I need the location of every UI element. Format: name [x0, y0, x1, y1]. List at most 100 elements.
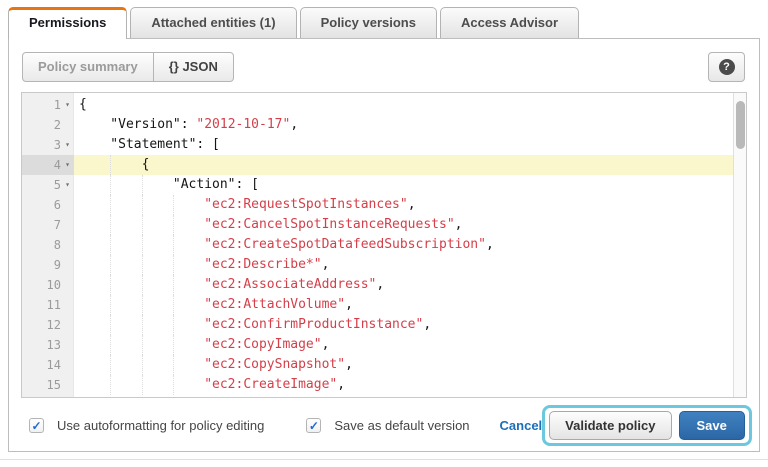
code-line-6[interactable]: 6"ec2:RequestSpotInstances", — [22, 195, 746, 215]
fold-arrow-icon[interactable]: ▾ — [61, 175, 74, 195]
indent-guide — [79, 155, 110, 175]
indent-guide — [110, 235, 141, 255]
scrollbar-thumb[interactable] — [736, 101, 745, 149]
indent-guide — [110, 195, 141, 215]
validate-policy-button[interactable]: Validate policy — [549, 411, 671, 440]
indent-guide — [173, 315, 204, 335]
indent-guide — [142, 375, 173, 395]
code-text: { — [74, 95, 733, 115]
gutter-cell[interactable]: 3▾ — [22, 135, 74, 155]
code-text: "ec2:Describe*", — [74, 255, 733, 275]
code-line-9[interactable]: 9 "ec2:Describe*", — [22, 255, 746, 275]
code-line-4[interactable]: 4▾{ — [22, 155, 746, 175]
indent-guide — [110, 375, 141, 395]
fold-arrow-icon[interactable]: ▾ — [61, 95, 74, 115]
code-line-8[interactable]: 8"ec2:CreateSpotDatafeedSubscription", — [22, 235, 746, 255]
code-line-12[interactable]: 12"ec2:ConfirmProductInstance", — [22, 315, 746, 335]
autoformat-checkbox[interactable]: ✓ — [29, 418, 44, 433]
indent-guide — [110, 295, 141, 315]
indent-guide — [110, 155, 141, 175]
indent-guide — [79, 335, 110, 355]
code-text: "ec2:AssociateAddress", — [74, 275, 733, 295]
indent-guide — [79, 195, 110, 215]
editor-toolbar: Policy summary {} JSON ? — [9, 39, 759, 92]
code-text: { — [74, 155, 733, 175]
indent-guide — [142, 195, 173, 215]
indent-guide — [110, 335, 141, 355]
indent-guide — [173, 195, 204, 215]
gutter-cell: 12 — [22, 315, 74, 335]
indent-guide — [142, 215, 173, 235]
save-button[interactable]: Save — [679, 411, 745, 440]
tab-bar: PermissionsAttached entities (1)Policy v… — [0, 7, 768, 38]
code-text: "Statement": [ — [74, 135, 733, 155]
save-default-version-checkbox[interactable]: ✓ — [306, 418, 321, 433]
indent-guide — [79, 215, 110, 235]
indent-guide — [79, 375, 110, 395]
gutter-cell: 15 — [22, 375, 74, 395]
indent-guide — [79, 175, 110, 195]
code-line-3[interactable]: 3▾"Statement": [ — [22, 135, 746, 155]
indent-guide — [173, 235, 204, 255]
code-line-15[interactable]: 15"ec2:CreateImage", — [22, 375, 746, 395]
gutter-cell: 11 — [22, 295, 74, 315]
code-text: "ec2:AttachVolume", — [74, 295, 733, 315]
indent-guide — [79, 275, 110, 295]
json-view-button[interactable]: {} JSON — [153, 53, 233, 81]
tab-permissions[interactable]: Permissions — [8, 7, 127, 39]
gutter-cell: 6 — [22, 195, 74, 215]
policy-summary-button[interactable]: Policy summary — [23, 53, 153, 81]
editor-footer: ✓ Use autoformatting for policy editing … — [9, 398, 759, 446]
editor-scrollbar[interactable] — [733, 93, 746, 397]
line-number: 3 — [54, 135, 61, 155]
gutter-cell[interactable]: 4▾ — [22, 155, 74, 175]
indent-guide — [110, 215, 141, 235]
indent-guide — [79, 135, 110, 155]
json-code-editor[interactable]: 1▾{2"Version": "2012-10-17",3▾"Statement… — [21, 92, 747, 398]
cancel-link[interactable]: Cancel — [500, 418, 543, 433]
code-text: "ec2:RequestSpotInstances", — [74, 195, 733, 215]
gutter-cell: 8 — [22, 235, 74, 255]
indent-guide — [173, 355, 204, 375]
indent-guide — [79, 115, 110, 135]
code-line-2[interactable]: 2"Version": "2012-10-17", — [22, 115, 746, 135]
gutter-cell[interactable]: 5▾ — [22, 175, 74, 195]
question-mark-icon: ? — [719, 59, 735, 75]
view-toggle-group: Policy summary {} JSON — [22, 52, 234, 82]
code-line-7[interactable]: 7"ec2:CancelSpotInstanceRequests", — [22, 215, 746, 235]
indent-guide — [142, 335, 173, 355]
code-lines: 1▾{2"Version": "2012-10-17",3▾"Statement… — [22, 93, 746, 395]
code-line-11[interactable]: 11"ec2:AttachVolume", — [22, 295, 746, 315]
gutter-cell: 10 — [22, 275, 74, 295]
line-number: 9 — [54, 255, 61, 275]
tab-attached-entities-1[interactable]: Attached entities (1) — [130, 7, 296, 38]
indent-guide — [173, 335, 204, 355]
code-text: "Action": [ — [74, 175, 733, 195]
fold-arrow-icon[interactable]: ▾ — [61, 135, 74, 155]
tab-access-advisor[interactable]: Access Advisor — [440, 7, 579, 38]
fold-arrow-icon[interactable]: ▾ — [61, 155, 74, 175]
line-number: 15 — [47, 375, 61, 395]
line-number: 10 — [47, 275, 61, 295]
line-number: 12 — [47, 315, 61, 335]
indent-guide — [142, 275, 173, 295]
code-line-1[interactable]: 1▾{ — [22, 95, 746, 115]
gutter-cell: 14 — [22, 355, 74, 375]
help-button[interactable]: ? — [708, 52, 745, 82]
focus-ring: Validate policy Save — [542, 405, 752, 446]
indent-guide — [110, 275, 141, 295]
code-text: "ec2:CancelSpotInstanceRequests", — [74, 215, 733, 235]
code-line-14[interactable]: 14"ec2:CopySnapshot", — [22, 355, 746, 375]
indent-guide — [79, 255, 110, 275]
indent-guide — [142, 315, 173, 335]
indent-guide — [79, 315, 110, 335]
indent-guide — [173, 375, 204, 395]
gutter-cell: 13 — [22, 335, 74, 355]
code-line-13[interactable]: 13"ec2:CopyImage", — [22, 335, 746, 355]
gutter-cell[interactable]: 1▾ — [22, 95, 74, 115]
save-default-version-label: Save as default version — [334, 418, 469, 433]
tab-policy-versions[interactable]: Policy versions — [300, 7, 437, 38]
code-line-5[interactable]: 5▾"Action": [ — [22, 175, 746, 195]
indent-guide — [110, 315, 141, 335]
code-line-10[interactable]: 10 "ec2:AssociateAddress", — [22, 275, 746, 295]
